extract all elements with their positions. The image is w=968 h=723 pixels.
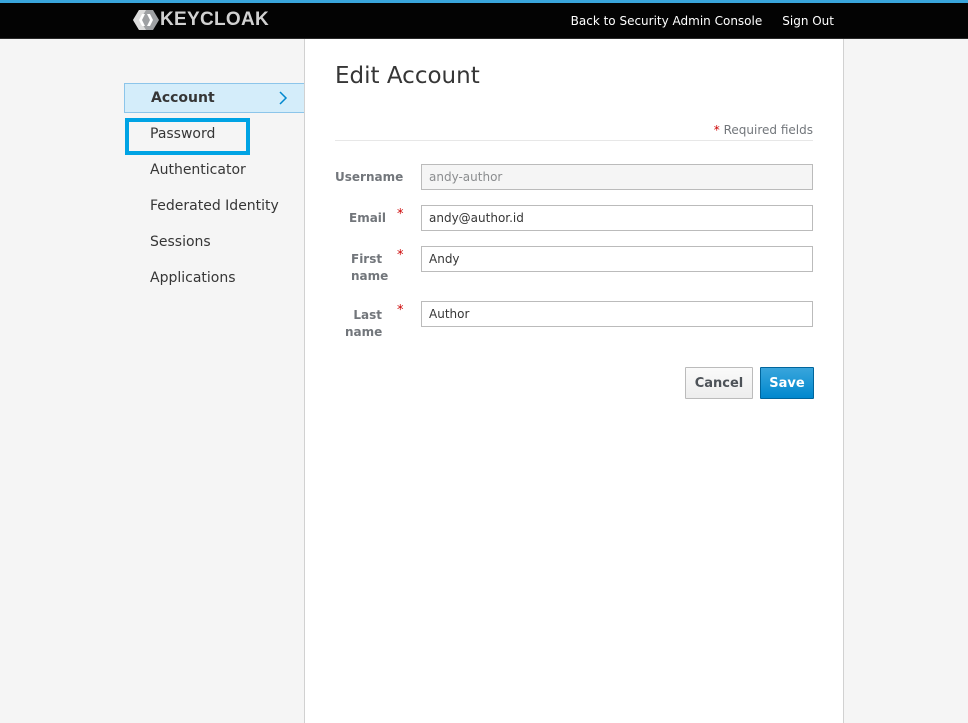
last-name-field[interactable] — [421, 301, 813, 327]
sidebar-item-account[interactable]: Account — [124, 83, 304, 113]
required-fields-text: Required fields — [723, 123, 813, 137]
sidebar-item-label: Federated Identity — [150, 198, 279, 214]
chevron-right-icon — [279, 91, 288, 105]
back-to-admin-console-link[interactable]: Back to Security Admin Console — [571, 14, 763, 28]
first-name-label: First name — [351, 251, 388, 285]
keycloak-logo[interactable]: KEYCLOAK — [133, 9, 269, 31]
main-content: Edit Account * Required fields Username … — [304, 39, 844, 723]
keycloak-logo-icon — [133, 10, 159, 30]
last-name-required-star: * — [397, 303, 404, 318]
sidebar-item-authenticator[interactable]: Authenticator — [124, 155, 304, 185]
sidebar-item-password[interactable]: Password — [124, 119, 304, 149]
last-name-label-line2: name — [345, 325, 383, 339]
cancel-button[interactable]: Cancel — [685, 367, 753, 399]
required-star: * — [713, 123, 720, 137]
sidebar-item-label: Sessions — [150, 234, 211, 250]
sign-out-link[interactable]: Sign Out — [782, 14, 834, 28]
username-field — [421, 164, 813, 190]
sidebar-item-label: Applications — [150, 270, 236, 286]
sidebar: Account Password Authenticator Federated… — [0, 39, 304, 723]
divider — [335, 140, 813, 141]
sidebar-item-sessions[interactable]: Sessions — [124, 227, 304, 257]
email-required-star: * — [397, 207, 404, 222]
page-title: Edit Account — [335, 63, 480, 89]
sidebar-item-label: Password — [150, 126, 216, 142]
first-name-required-star: * — [397, 248, 404, 263]
sidebar-item-federated-identity[interactable]: Federated Identity — [124, 191, 304, 221]
sidebar-item-label: Account — [151, 90, 215, 106]
save-button[interactable]: Save — [760, 367, 814, 399]
first-name-field[interactable] — [421, 246, 813, 272]
last-name-label-line1: Last — [353, 308, 382, 322]
email-label: Email — [349, 211, 387, 225]
sidebar-item-label: Authenticator — [150, 162, 246, 178]
logo-text: KEYCLOAK — [160, 9, 270, 30]
first-name-label-line1: First — [351, 252, 383, 266]
first-name-label-line2: name — [351, 269, 389, 283]
top-header: KEYCLOAK Back to Security Admin Console … — [0, 0, 968, 39]
username-label: Username — [335, 170, 404, 184]
required-fields-note: * Required fields — [714, 123, 813, 137]
header-links: Back to Security Admin Console Sign Out — [551, 3, 834, 39]
last-name-label: Last name — [345, 307, 382, 341]
sidebar-item-applications[interactable]: Applications — [124, 263, 304, 293]
email-field[interactable] — [421, 205, 813, 231]
